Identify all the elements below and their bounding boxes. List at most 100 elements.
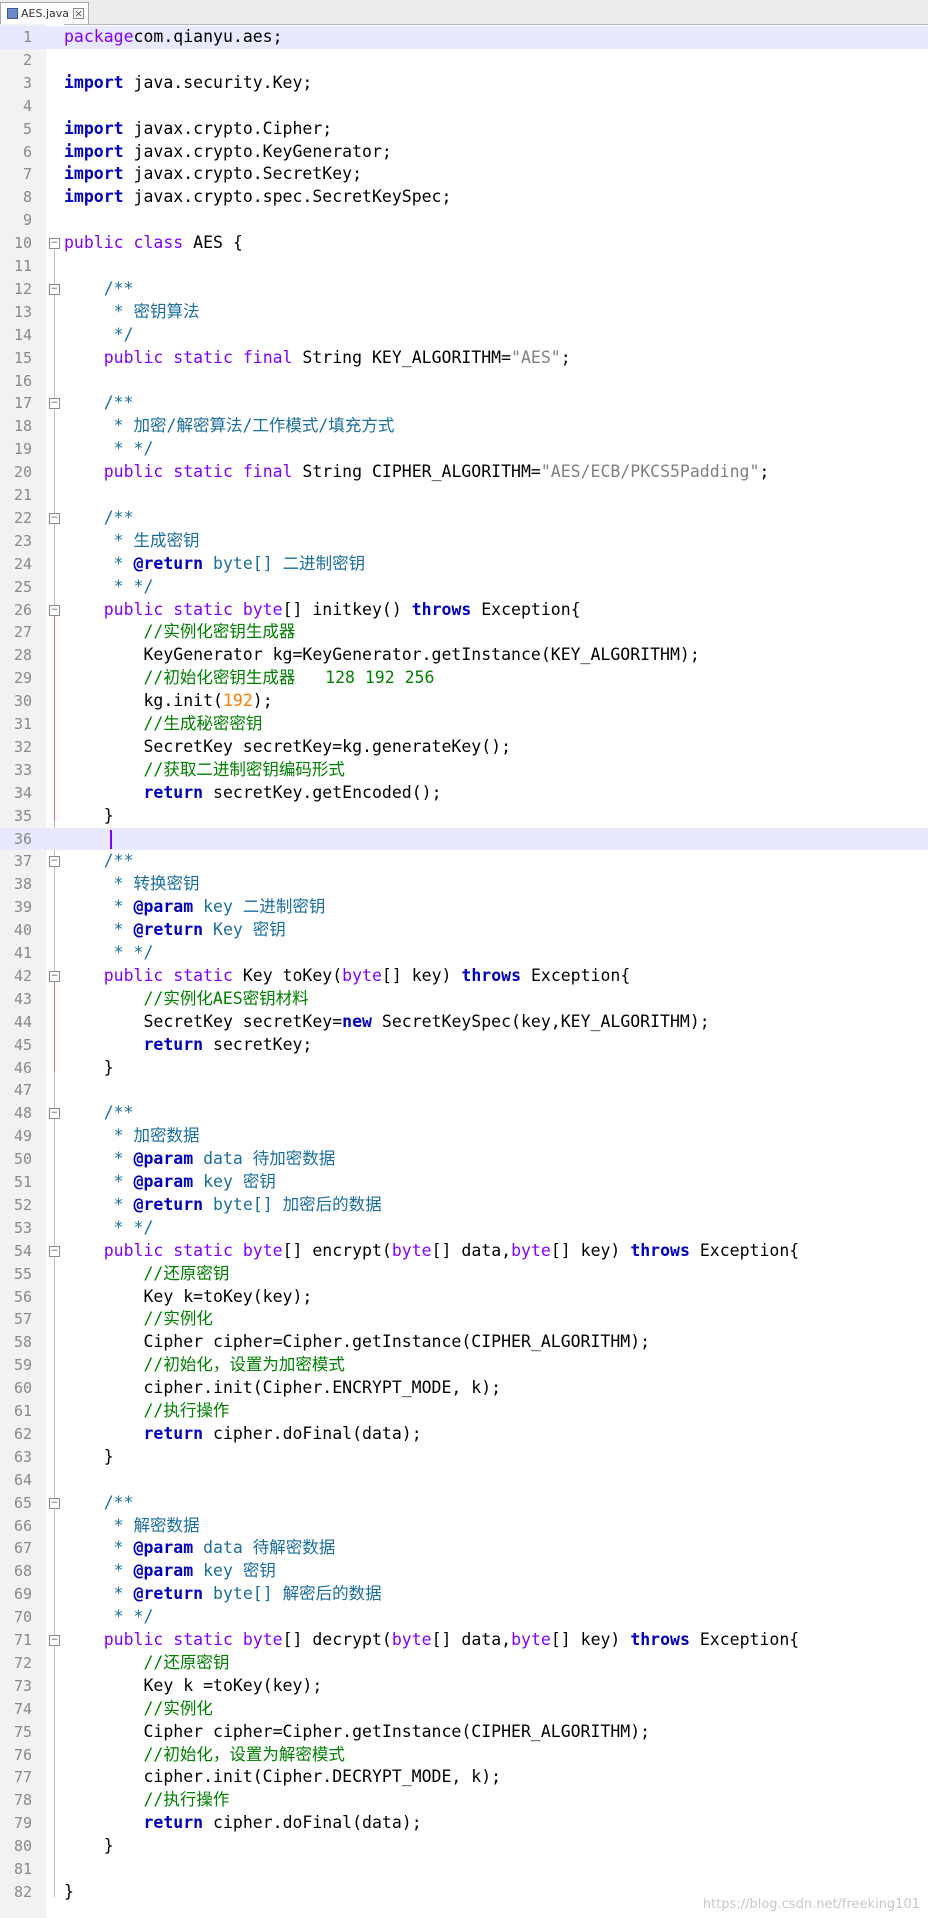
code-line[interactable]: 30 kg.init(192); bbox=[0, 690, 928, 713]
code-line[interactable]: 67 * @param data 待解密数据 bbox=[0, 1537, 928, 1560]
code-token: * */ bbox=[64, 576, 154, 596]
code-line[interactable]: 49 * 加密数据 bbox=[0, 1125, 928, 1148]
code-line[interactable]: 41 * */ bbox=[0, 942, 928, 965]
code-line[interactable]: 19 * */ bbox=[0, 438, 928, 461]
fold-toggle-icon[interactable]: − bbox=[49, 283, 60, 295]
code-line[interactable]: 74 //实例化 bbox=[0, 1698, 928, 1721]
code-line[interactable]: 56 Key k=toKey(key); bbox=[0, 1286, 928, 1309]
code-line[interactable]: 65 − /** bbox=[0, 1492, 928, 1515]
code-line[interactable]: 2 bbox=[0, 49, 928, 72]
code-line[interactable]: 4 bbox=[0, 95, 928, 118]
code-line[interactable]: 13 * 密钥算法 bbox=[0, 301, 928, 324]
code-line[interactable]: 52 * @return byte[] 加密后的数据 bbox=[0, 1194, 928, 1217]
code-line[interactable]: 58 Cipher cipher=Cipher.getInstance(CIPH… bbox=[0, 1331, 928, 1354]
code-line[interactable]: 66 * 解密数据 bbox=[0, 1515, 928, 1538]
code-line[interactable]: 80 } bbox=[0, 1835, 928, 1858]
code-line[interactable]: 60 cipher.init(Cipher.ENCRYPT_MODE, k); bbox=[0, 1377, 928, 1400]
code-line[interactable]: 70 * */ bbox=[0, 1606, 928, 1629]
code-line[interactable]: 33 //获取二进制密钥编码形式 bbox=[0, 759, 928, 782]
code-line[interactable]: 24 * @return byte[] 二进制密钥 bbox=[0, 553, 928, 576]
code-line[interactable]: 51 * @param key 密钥 bbox=[0, 1171, 928, 1194]
code-line[interactable]: 26 − public static byte[] initkey() throw… bbox=[0, 599, 928, 622]
fold-toggle-icon[interactable]: − bbox=[49, 970, 60, 982]
code-line[interactable]: 47 bbox=[0, 1079, 928, 1102]
code-line[interactable]: 29 //初始化密钥生成器 128 192 256 bbox=[0, 667, 928, 690]
code-line[interactable]: 16 bbox=[0, 370, 928, 393]
code-line[interactable]: 5 import javax.crypto.Cipher; bbox=[0, 118, 928, 141]
code-line[interactable]: 7 import javax.crypto.SecretKey; bbox=[0, 163, 928, 186]
code-line[interactable]: 71− public static byte[] decrypt(byte[] … bbox=[0, 1629, 928, 1652]
code-line[interactable]: 22 − /** bbox=[0, 507, 928, 530]
code-line[interactable]: 1 packagecom.qianyu.aes; bbox=[0, 26, 928, 49]
code-line[interactable]: 53 * */ bbox=[0, 1217, 928, 1240]
code-line[interactable]: 72 //还原密钥 bbox=[0, 1652, 928, 1675]
code-line[interactable]: 27 //实例化密钥生成器 bbox=[0, 621, 928, 644]
code-line[interactable]: 45 return secretKey; bbox=[0, 1034, 928, 1057]
code-editor[interactable]: 1 packagecom.qianyu.aes; 2 3 import java.sec… bbox=[0, 24, 928, 1918]
close-icon[interactable]: × bbox=[73, 8, 85, 19]
code-line[interactable]: 34 return secretKey.getEncoded(); bbox=[0, 782, 928, 805]
fold-toggle-icon[interactable]: − bbox=[49, 1635, 60, 1646]
code-line[interactable]: 28 KeyGenerator kg=KeyGenerator.getInsta… bbox=[0, 644, 928, 667]
code-line[interactable]: 64 bbox=[0, 1469, 928, 1492]
code-line[interactable]: 62 return cipher.doFinal(data); bbox=[0, 1423, 928, 1446]
code-line[interactable]: 79 return cipher.doFinal(data); bbox=[0, 1812, 928, 1835]
code-line[interactable]: 20 public static final String CIPHER_ALG… bbox=[0, 461, 928, 484]
code-line[interactable]: 57 //实例化 bbox=[0, 1308, 928, 1331]
code-line[interactable]: 38 * 转换密钥 bbox=[0, 873, 928, 896]
code-line[interactable]: 50 * @param data 待加密数据 bbox=[0, 1148, 928, 1171]
code-token: javax.crypto.KeyGenerator; bbox=[123, 141, 392, 161]
code-line[interactable]: 75 Cipher cipher=Cipher.getInstance(CIPH… bbox=[0, 1721, 928, 1744]
fold-toggle-icon[interactable]: − bbox=[49, 512, 60, 524]
fold-toggle-icon[interactable]: − bbox=[49, 604, 60, 616]
fold-toggle-icon[interactable]: − bbox=[49, 1108, 60, 1120]
code-line[interactable]: 43 //实例化AES密钥材料 bbox=[0, 988, 928, 1011]
code-line[interactable]: 10 − public class AES { bbox=[0, 232, 928, 255]
code-line[interactable]: 69 * @return byte[] 解密后的数据 bbox=[0, 1583, 928, 1606]
code-line[interactable]: 55 //还原密钥 bbox=[0, 1263, 928, 1286]
code-line[interactable]: 25 * */ bbox=[0, 576, 928, 599]
code-line[interactable]: 21 bbox=[0, 484, 928, 507]
code-line[interactable]: 40 * @return Key 密钥 bbox=[0, 919, 928, 942]
code-line[interactable]: 73 Key k =toKey(key); bbox=[0, 1675, 928, 1698]
code-line[interactable]: 31 //生成秘密密钥 bbox=[0, 713, 928, 736]
fold-toggle-icon[interactable]: − bbox=[49, 398, 60, 410]
code-line[interactable]: 61 //执行操作 bbox=[0, 1400, 928, 1423]
code-line[interactable]: 77 cipher.init(Cipher.DECRYPT_MODE, k); bbox=[0, 1766, 928, 1789]
code-line[interactable]: 46 } bbox=[0, 1057, 928, 1080]
code-line[interactable]: 3 import java.security.Key; bbox=[0, 72, 928, 95]
code-line[interactable]: 39 * @param key 二进制密钥 bbox=[0, 896, 928, 919]
code-line[interactable]: 81 bbox=[0, 1858, 928, 1881]
code-line[interactable]: 15 public static final String KEY_ALGORI… bbox=[0, 347, 928, 370]
code-line[interactable]: 9 bbox=[0, 209, 928, 232]
fold-toggle-icon[interactable]: − bbox=[49, 1497, 60, 1509]
code-line[interactable]: 42 − public static Key toKey(byte[] key) … bbox=[0, 965, 928, 988]
code-line[interactable]: 18 * 加密/解密算法/工作模式/填充方式 bbox=[0, 415, 928, 438]
fold-toggle-icon[interactable]: − bbox=[49, 856, 60, 868]
fold-toggle-icon[interactable]: − bbox=[49, 1245, 60, 1257]
code-line[interactable]: 23 * 生成密钥 bbox=[0, 530, 928, 553]
code-line[interactable]: 14 */ bbox=[0, 324, 928, 347]
code-line[interactable]: 76 //初始化，设置为解密模式 bbox=[0, 1744, 928, 1767]
code-line[interactable]: 59 //初始化，设置为加密模式 bbox=[0, 1354, 928, 1377]
code-line[interactable]: 68 * @param key 密钥 bbox=[0, 1560, 928, 1583]
line-number: 54 bbox=[13, 1241, 32, 1260]
line-number: 44 bbox=[13, 1012, 32, 1031]
code-line[interactable]: 36 bbox=[0, 827, 928, 851]
code-line[interactable]: 32 SecretKey secretKey=kg.generateKey(); bbox=[0, 736, 928, 759]
code-line[interactable]: 63 } bbox=[0, 1446, 928, 1469]
code-line[interactable]: 11 bbox=[0, 255, 928, 278]
tab-aes-java[interactable]: AES.java × bbox=[0, 2, 90, 24]
code-line[interactable]: 12 − /** bbox=[0, 278, 928, 301]
code-line[interactable]: 48 − /** bbox=[0, 1102, 928, 1125]
code-line[interactable]: 44 SecretKey secretKey=new SecretKeySpec… bbox=[0, 1011, 928, 1034]
code-line[interactable]: 8 import javax.crypto.spec.SecretKeySpec; bbox=[0, 186, 928, 209]
fold-toggle-icon[interactable]: − bbox=[49, 238, 60, 250]
code-line[interactable]: 54− public static byte[] encrypt(byte[] … bbox=[0, 1240, 928, 1263]
code-token: import bbox=[64, 164, 124, 184]
code-line[interactable]: 35 } bbox=[0, 805, 928, 828]
code-line[interactable]: 78 //执行操作 bbox=[0, 1789, 928, 1812]
code-line[interactable]: 37 − /** bbox=[0, 850, 928, 873]
code-line[interactable]: 17 − /** bbox=[0, 392, 928, 415]
code-line[interactable]: 6 import javax.crypto.KeyGenerator; bbox=[0, 141, 928, 164]
